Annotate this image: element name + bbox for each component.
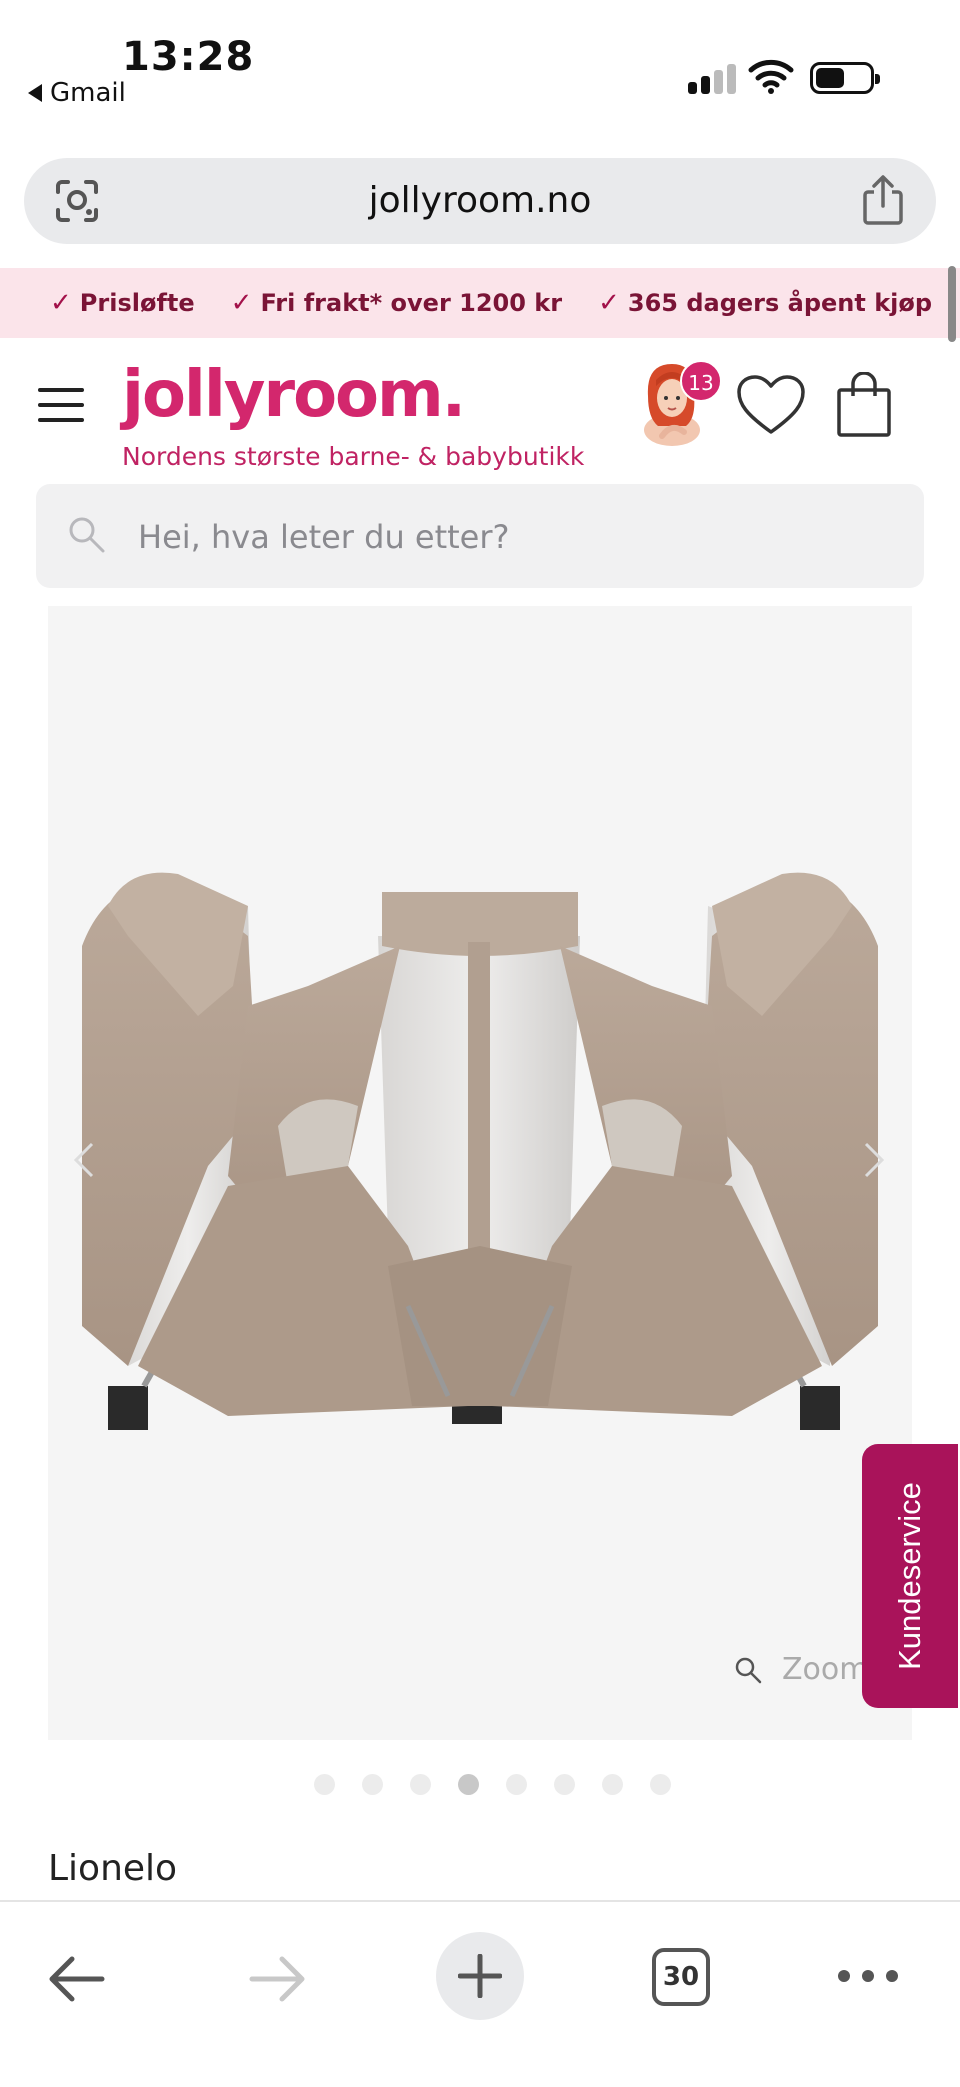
- more-icon[interactable]: [838, 1970, 898, 1982]
- new-tab-button[interactable]: [436, 1932, 524, 2020]
- page-scrollbar[interactable]: [948, 266, 956, 342]
- tabs-icon[interactable]: 30: [652, 1948, 710, 2006]
- promo-item: ✓ 365 dagers åpent kjøp: [598, 288, 932, 318]
- product-image-gallery[interactable]: [48, 606, 912, 1740]
- promo-item-label: Fri frakt* over 1200 kr: [260, 289, 563, 317]
- promo-item: ✓ Prisløfte: [50, 288, 195, 318]
- promo-banner: ✓ Prisløfte ✓ Fri frakt* over 1200 kr ✓ …: [0, 268, 960, 338]
- back-arrow-icon[interactable]: [46, 1952, 106, 2006]
- gallery-dot[interactable]: [506, 1774, 527, 1795]
- share-icon[interactable]: [860, 174, 906, 226]
- status-time: 13:28: [122, 34, 255, 80]
- gallery-dot[interactable]: [554, 1774, 575, 1795]
- cart-bag-icon[interactable]: [836, 372, 892, 438]
- check-icon: ✓: [230, 288, 253, 318]
- gallery-dot[interactable]: [650, 1774, 671, 1795]
- gallery-pagination: [314, 1774, 671, 1795]
- promo-item: ✓ Fri frakt* over 1200 kr: [231, 288, 562, 318]
- gallery-dot-active[interactable]: [458, 1774, 479, 1795]
- product-brand[interactable]: Lionelo: [48, 1848, 177, 1889]
- site-logo[interactable]: jollyroom.: [122, 358, 466, 432]
- gallery-dot[interactable]: [362, 1774, 383, 1795]
- customer-service-tab[interactable]: Kundeservice: [862, 1444, 958, 1708]
- battery-icon: [810, 62, 880, 94]
- zoom-magnifier-icon: [735, 1657, 762, 1683]
- status-bar: 13:28 Gmail: [0, 0, 960, 150]
- browser-toolbar: 30: [0, 1900, 960, 2087]
- back-to-app-link[interactable]: Gmail: [28, 78, 126, 108]
- search-bar[interactable]: Hei, hva leter du etter?: [36, 484, 924, 588]
- site-tagline: Nordens største barne- & babybutikk: [122, 442, 585, 471]
- address-bar[interactable]: jollyroom.no: [24, 158, 936, 244]
- gallery-prev-icon[interactable]: [72, 1140, 96, 1180]
- product-image[interactable]: [48, 606, 912, 1740]
- promo-item-label: Prisløfte: [79, 289, 195, 317]
- gallery-next-icon[interactable]: [862, 1140, 886, 1180]
- wifi-icon: [748, 59, 794, 94]
- promo-item-label: 365 dagers åpent kjøp: [627, 289, 933, 317]
- heart-icon[interactable]: [736, 374, 806, 436]
- check-icon: ✓: [598, 288, 620, 318]
- gallery-dot[interactable]: [602, 1774, 623, 1795]
- zoom-label: Zoom: [782, 1652, 869, 1687]
- url-text[interactable]: jollyroom.no: [24, 180, 936, 221]
- check-icon: ✓: [50, 288, 72, 318]
- signal-icon: [688, 64, 736, 94]
- gallery-dot[interactable]: [314, 1774, 335, 1795]
- customer-service-label: Kundeservice: [892, 1482, 927, 1670]
- search-icon: [69, 517, 105, 553]
- gallery-dot[interactable]: [410, 1774, 431, 1795]
- plus-icon: [458, 1954, 502, 1998]
- forward-arrow-icon[interactable]: [248, 1952, 308, 2006]
- avatar-badge: 13: [680, 360, 722, 402]
- back-triangle-icon: [28, 84, 42, 102]
- menu-icon[interactable]: [38, 388, 84, 422]
- zoom-button[interactable]: Zoom: [734, 1652, 868, 1687]
- search-placeholder: Hei, hva leter du etter?: [138, 518, 510, 556]
- back-app-label: Gmail: [50, 78, 126, 108]
